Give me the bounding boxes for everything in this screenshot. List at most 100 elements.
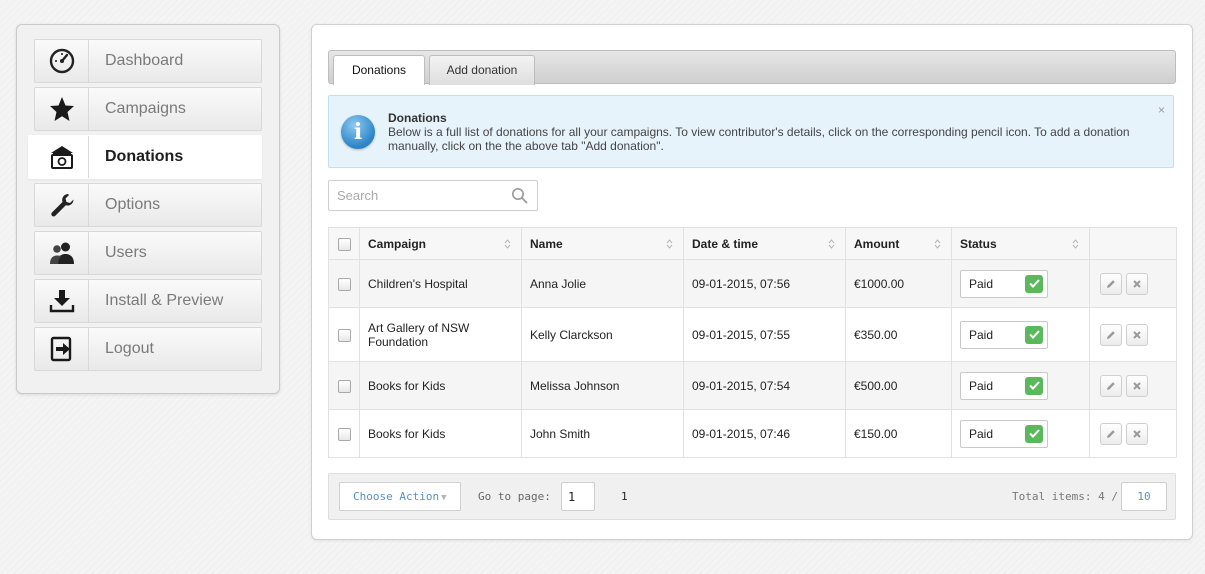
row-check-cell: [328, 307, 360, 362]
cell-datetime: 09-01-2015, 07:46: [683, 409, 846, 458]
cell-actions: [1089, 307, 1177, 362]
column-header-name[interactable]: Name: [521, 227, 684, 260]
sort-icon: [504, 239, 511, 249]
donations-icon: [35, 136, 89, 178]
tab-donations[interactable]: Donations: [333, 55, 425, 85]
status-select[interactable]: Paid: [960, 269, 1048, 298]
edit-button[interactable]: [1100, 272, 1122, 295]
sidebar-item-label: Users: [105, 244, 147, 261]
row-check-cell: [328, 361, 360, 410]
sort-icon: [828, 239, 835, 249]
donations-table: Campaign Name Date & time Amount Status …: [328, 227, 1177, 458]
tab-add-donation[interactable]: Add donation: [429, 55, 535, 85]
edit-button[interactable]: [1100, 374, 1122, 397]
search-icon[interactable]: [511, 187, 528, 204]
check-icon: [1025, 376, 1043, 395]
chevron-down-icon: ▼: [441, 493, 447, 503]
row-checkbox[interactable]: [337, 277, 351, 291]
edit-button[interactable]: [1100, 323, 1122, 346]
table-row: Children's Hospital Anna Jolie 09-01-201…: [328, 259, 1177, 308]
pencil-icon: [1107, 279, 1115, 288]
row-checkbox[interactable]: [337, 427, 351, 441]
column-header-status[interactable]: Status: [951, 227, 1090, 260]
pencil-icon: [1107, 429, 1115, 438]
choose-action-label: Choose Action: [353, 490, 440, 503]
select-all-checkbox[interactable]: [337, 237, 351, 251]
delete-button[interactable]: [1126, 272, 1148, 295]
select-all-cell: [328, 227, 360, 260]
cell-actions: [1089, 409, 1177, 458]
info-box: i Donations Below is a full list of dona…: [328, 95, 1174, 168]
column-label: Amount: [854, 236, 900, 251]
search-input[interactable]: [329, 181, 499, 210]
cell-actions: [1089, 361, 1177, 410]
status-select[interactable]: Paid: [960, 371, 1048, 400]
cell-datetime: 09-01-2015, 07:56: [683, 259, 846, 308]
column-label: Campaign: [368, 236, 427, 251]
status-value: Paid: [969, 327, 994, 342]
edit-button[interactable]: [1100, 422, 1122, 445]
close-icon: [1133, 381, 1141, 390]
column-header-amount[interactable]: Amount: [845, 227, 952, 260]
sidebar-item-install-preview[interactable]: Install & Preview: [34, 279, 262, 323]
search-box: [328, 180, 538, 211]
status-value: Paid: [969, 276, 994, 291]
column-header-actions: [1089, 227, 1177, 260]
logout-icon: [35, 328, 89, 370]
column-label: Status: [960, 236, 997, 251]
per-page-select[interactable]: 10: [1121, 482, 1167, 511]
close-icon[interactable]: ×: [1158, 103, 1165, 117]
sort-icon: [666, 239, 673, 249]
status-value: Paid: [969, 426, 994, 441]
sidebar-item-options[interactable]: Options: [34, 183, 262, 227]
cell-campaign: Books for Kids: [359, 361, 522, 410]
star-icon: [35, 88, 89, 130]
goto-page-input[interactable]: [561, 482, 595, 511]
cell-status: Paid: [951, 409, 1090, 458]
sort-icon: [934, 239, 941, 249]
users-icon: [35, 232, 89, 274]
cell-campaign: Children's Hospital: [359, 259, 522, 308]
row-actions: [1098, 374, 1168, 397]
table-row: Art Gallery of NSW Foundation Kelly Clar…: [328, 307, 1177, 362]
row-check-cell: [328, 259, 360, 308]
cell-amount: €350.00: [845, 307, 952, 362]
sidebar-item-logout[interactable]: Logout: [34, 327, 262, 371]
table-header-row: Campaign Name Date & time Amount Status: [328, 227, 1177, 260]
main-panel: Donations Add donation i Donations Below…: [311, 24, 1193, 540]
row-checkbox[interactable]: [337, 328, 351, 342]
pencil-icon: [1107, 330, 1115, 339]
column-header-campaign[interactable]: Campaign: [359, 227, 522, 260]
cell-name: Kelly Clarckson: [521, 307, 684, 362]
cell-campaign: Art Gallery of NSW Foundation: [359, 307, 522, 362]
delete-button[interactable]: [1126, 323, 1148, 346]
sidebar-item-label: Install & Preview: [105, 292, 224, 309]
sidebar-item-donations[interactable]: Donations: [28, 135, 262, 179]
close-icon: [1133, 330, 1141, 339]
cell-datetime: 09-01-2015, 07:54: [683, 361, 846, 410]
sidebar-item-label: Campaigns: [105, 100, 186, 117]
check-icon: [1025, 424, 1043, 443]
cell-amount: €500.00: [845, 361, 952, 410]
cell-amount: €150.00: [845, 409, 952, 458]
row-checkbox[interactable]: [337, 379, 351, 393]
column-header-date-time[interactable]: Date & time: [683, 227, 846, 260]
delete-button[interactable]: [1126, 374, 1148, 397]
sidebar-item-users[interactable]: Users: [34, 231, 262, 275]
choose-action-dropdown[interactable]: Choose Action ▼: [339, 482, 461, 511]
status-select[interactable]: Paid: [960, 320, 1048, 349]
check-icon: [1025, 325, 1043, 344]
cell-name: Anna Jolie: [521, 259, 684, 308]
cell-status: Paid: [951, 307, 1090, 362]
delete-button[interactable]: [1126, 422, 1148, 445]
tab-bar: Donations Add donation: [328, 50, 1176, 85]
info-icon: i: [341, 115, 375, 149]
cell-name: Melissa Johnson: [521, 361, 684, 410]
status-select[interactable]: Paid: [960, 419, 1048, 448]
cell-status: Paid: [951, 361, 1090, 410]
sidebar-item-dashboard[interactable]: Dashboard: [34, 39, 262, 83]
table-footer: Choose Action▼ Go to page: 1 Total items…: [328, 473, 1176, 520]
close-icon: [1133, 279, 1141, 288]
sidebar-item-campaigns[interactable]: Campaigns: [34, 87, 262, 131]
download-icon: [35, 280, 89, 322]
